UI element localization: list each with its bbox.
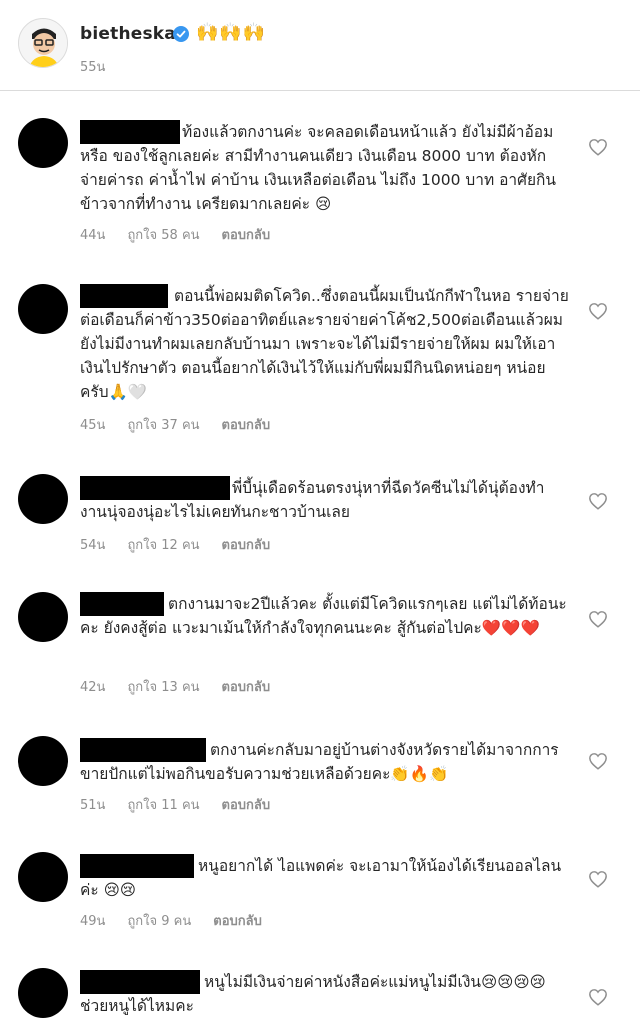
reply-button[interactable]: ตอบกลับ [222, 224, 271, 245]
commenter-avatar[interactable] [18, 968, 68, 1018]
comment-item: หนูไม่มีเงินจ่ายค่าหนังสือค่ะแม่หนูไม่มี… [0, 968, 640, 1024]
reply-button[interactable]: ตอบกลับ [222, 676, 271, 697]
like-heart-icon[interactable] [588, 988, 608, 1006]
comment-time: 51น [80, 798, 106, 813]
post-timestamp: 55น [80, 60, 106, 75]
comment-text: หนูอยากได้ ไอแพดค่ะ จะเอามาให้น้องได้เรี… [80, 857, 562, 899]
comment-likes[interactable]: ถูกใจ 58 คน [127, 224, 199, 245]
divider [0, 90, 640, 91]
comment-item: หนูอยากได้ ไอแพดค่ะ จะเอามาให้น้องได้เรี… [0, 852, 640, 932]
post-caption: 🙌🙌🙌 [196, 22, 267, 43]
reply-button[interactable]: ตอบกลับ [222, 534, 271, 555]
comment-item: พี่บี้นุ่เดือดร้อนตรงนุ่หาที่ฉีดวัคซีนไม… [0, 474, 640, 554]
comment-meta: 45น ถูกใจ 37 คน ตอบกลับ [80, 414, 270, 435]
reply-button[interactable]: ตอบกลับ [222, 794, 271, 815]
comment-text: ตกงานค่ะกลับมาอยู่บ้านต่างจังหวัดรายได้ม… [80, 741, 559, 783]
comment-item: ตกงานค่ะกลับมาอยู่บ้านต่างจังหวัดรายได้ม… [0, 736, 640, 816]
like-heart-icon[interactable] [588, 302, 608, 320]
comment-likes[interactable]: ถูกใจ 37 คน [127, 414, 199, 435]
like-heart-icon[interactable] [588, 492, 608, 510]
commenter-avatar[interactable] [18, 736, 68, 786]
comment-text: ตกงานมาจะ2ปีแล้วคะ ตั้งแต่มีโควิดแรกๆเลย… [80, 595, 567, 637]
reply-button[interactable]: ตอบกลับ [213, 910, 262, 931]
post-header: bietheska 🙌🙌🙌 55น [0, 0, 640, 92]
comment-text: หนูไม่มีเงินจ่ายค่าหนังสือค่ะแม่หนูไม่มี… [80, 973, 546, 1015]
commenter-avatar[interactable] [18, 284, 68, 334]
comment-item: ตอนนี้พ่อผมติดโควิด..ซึ่งตอนนี้ผมเป็นนัก… [0, 280, 640, 440]
comment-text: ตอนนี้พ่อผมติดโควิด..ซึ่งตอนนี้ผมเป็นนัก… [80, 287, 569, 401]
comment-time: 42น [80, 680, 106, 695]
comment-text: พี่บี้นุ่เดือดร้อนตรงนุ่หาที่ฉีดวัคซีนไม… [80, 479, 545, 521]
comment-item: ท้องแล้วตกงานค่ะ จะคลอดเดือนหน้าแล้ว ยัง… [0, 114, 640, 244]
comment-time: 45น [80, 418, 106, 433]
commenter-avatar[interactable] [18, 474, 68, 524]
commenter-avatar[interactable] [18, 118, 68, 168]
cartoon-avatar-icon [19, 19, 67, 67]
comment-time: 54น [80, 538, 106, 553]
comment-time: 49น [80, 914, 106, 929]
verified-badge-icon [173, 26, 189, 42]
author-avatar[interactable] [18, 18, 68, 68]
comment-likes[interactable]: ถูกใจ 9 คน [127, 910, 191, 931]
comment-meta: 42น ถูกใจ 13 คน ตอบกลับ [80, 676, 270, 697]
comment-meta: 49น ถูกใจ 9 คน ตอบกลับ [80, 910, 262, 931]
like-heart-icon[interactable] [588, 752, 608, 770]
reply-button[interactable]: ตอบกลับ [222, 414, 271, 435]
like-heart-icon[interactable] [588, 138, 608, 156]
comment-meta: 54น ถูกใจ 12 คน ตอบกลับ [80, 534, 270, 555]
commenter-avatar[interactable] [18, 592, 68, 642]
commenter-avatar[interactable] [18, 852, 68, 902]
comment-item: ตกงานมาจะ2ปีแล้วคะ ตั้งแต่มีโควิดแรกๆเลย… [0, 590, 640, 700]
comment-likes[interactable]: ถูกใจ 13 คน [127, 676, 199, 697]
comment-time: 44น [80, 228, 106, 243]
comment-meta: 44น ถูกใจ 58 คน ตอบกลับ [80, 224, 270, 245]
comment-text: ท้องแล้วตกงานค่ะ จะคลอดเดือนหน้าแล้ว ยัง… [80, 123, 557, 213]
like-heart-icon[interactable] [588, 610, 608, 628]
author-username[interactable]: bietheska [80, 24, 176, 44]
comment-meta: 51น ถูกใจ 11 คน ตอบกลับ [80, 794, 270, 815]
like-heart-icon[interactable] [588, 870, 608, 888]
comment-likes[interactable]: ถูกใจ 12 คน [127, 534, 199, 555]
comment-likes[interactable]: ถูกใจ 11 คน [127, 794, 199, 815]
